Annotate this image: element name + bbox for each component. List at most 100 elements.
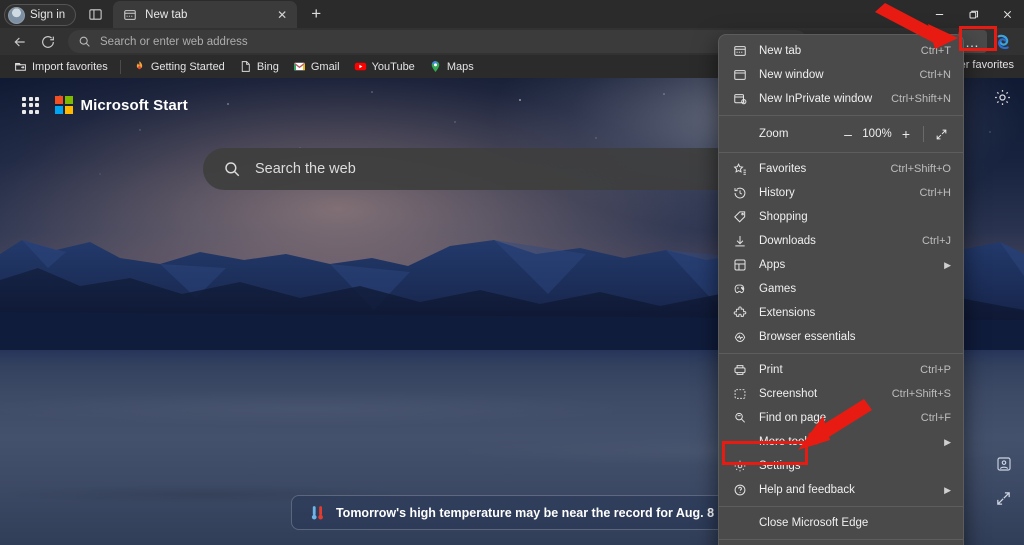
address-bar-input[interactable]: Search or enter web address: [68, 30, 807, 53]
tab-new-tab[interactable]: New tab ✕: [113, 1, 298, 28]
menu-item-apps[interactable]: Apps ▶: [719, 253, 963, 277]
microsoft-logo-icon: [55, 96, 73, 114]
search-placeholder: Search the web: [255, 161, 356, 177]
expand-arrows-icon[interactable]: [995, 490, 1012, 507]
copilot-button[interactable]: [988, 30, 1018, 53]
tab-close-button[interactable]: ✕: [273, 6, 291, 24]
favorites-icon: [733, 162, 750, 176]
window-controls: [922, 0, 1024, 28]
menu-item-new-window[interactable]: New window Ctrl+N: [719, 63, 963, 87]
import-favorites-icon: [15, 63, 26, 71]
menu-item-more-tools[interactable]: More tools ▶: [719, 430, 963, 454]
address-bar-placeholder: Search or enter web address: [100, 35, 248, 48]
menu-item-extensions[interactable]: Extensions: [719, 301, 963, 325]
copilot-icon: [997, 34, 1009, 49]
personalize-image-icon[interactable]: [996, 456, 1012, 472]
bookmark-maps[interactable]: Maps: [423, 58, 480, 75]
zoom-divider: [923, 126, 924, 142]
downloads-icon: [733, 234, 750, 248]
menu-item-print[interactable]: Print Ctrl+P: [719, 358, 963, 382]
menu-item-shortcut: Ctrl+Shift+O: [890, 163, 951, 175]
menu-item-label: Close Microsoft Edge: [759, 517, 869, 529]
menu-item-screenshot[interactable]: Screenshot Ctrl+Shift+S: [719, 382, 963, 406]
youtube-icon: [354, 62, 366, 71]
title-bar: Sign in New tab ✕ +: [0, 0, 1024, 28]
menu-item-favorites[interactable]: Favorites Ctrl+Shift+O: [719, 157, 963, 181]
tab-actions-button[interactable]: [80, 1, 110, 27]
menu-item-label: Extensions: [759, 307, 816, 319]
menu-item-settings[interactable]: Settings: [719, 454, 963, 478]
bookmark-label: Getting Started: [150, 60, 225, 73]
bookmark-youtube[interactable]: YouTube: [348, 58, 421, 75]
bookmark-label: Import favorites: [32, 60, 108, 73]
menu-item-label: History: [759, 187, 795, 199]
bookmark-import-favorites[interactable]: Import favorites: [8, 58, 114, 75]
zoom-out-button[interactable]: –: [836, 123, 860, 145]
menu-item-label: Favorites: [759, 163, 807, 175]
weather-headline-chip[interactable]: Tomorrow's high temperature may be near …: [290, 495, 734, 530]
menu-item-downloads[interactable]: Downloads Ctrl+J: [719, 229, 963, 253]
page-settings-gear-icon[interactable]: [993, 88, 1012, 107]
menu-item-label: Downloads: [759, 235, 816, 247]
menu-item-label: Print: [759, 364, 783, 376]
chevron-right-icon: ▶: [944, 259, 951, 270]
menu-item-label: New window: [759, 69, 824, 81]
new-tab-button[interactable]: +: [303, 1, 329, 27]
menu-item-label: Shopping: [759, 211, 808, 223]
fullscreen-icon: [936, 129, 946, 139]
reload-button[interactable]: [34, 30, 62, 53]
brand-label: Microsoft Start: [80, 96, 188, 114]
minimize-icon: [935, 13, 943, 15]
sign-in-button[interactable]: Sign in: [4, 4, 77, 26]
fullscreen-button[interactable]: [929, 123, 953, 145]
menu-separator: [719, 539, 963, 540]
tab-actions-icon: [89, 8, 102, 20]
menu-item-label: Browser essentials: [759, 331, 856, 343]
bookmark-label: Gmail: [310, 60, 340, 73]
menu-item-label: Settings: [759, 460, 801, 472]
menu-item-close-microsoft-edge[interactable]: Close Microsoft Edge: [719, 511, 963, 535]
search-icon: [79, 36, 90, 47]
menu-separator: [719, 353, 963, 354]
reload-icon: [42, 35, 54, 48]
microsoft-start-brand[interactable]: Microsoft Start: [55, 96, 188, 114]
shopping-tag-icon: [733, 210, 750, 224]
bookmark-gmail[interactable]: Gmail: [287, 58, 346, 75]
menu-item-shortcut: Ctrl+Shift+S: [891, 388, 951, 400]
maximize-restore-button[interactable]: [956, 0, 990, 28]
settings-gear-icon: [733, 459, 750, 473]
minimize-button[interactable]: [922, 0, 956, 28]
bing-icon: [241, 61, 250, 72]
bookmark-bing[interactable]: Bing: [233, 58, 285, 75]
menu-separator: [719, 115, 963, 116]
menu-item-new-tab[interactable]: New tab Ctrl+T: [719, 39, 963, 63]
page-settings-rail: [993, 88, 1012, 107]
menu-item-new-inprivate-window[interactable]: New InPrivate window Ctrl+Shift+N: [719, 87, 963, 111]
search-icon: [225, 162, 240, 177]
weather-headline-text: Tomorrow's high temperature may be near …: [335, 505, 715, 520]
menu-item-label: Apps: [759, 259, 786, 271]
zoom-in-button[interactable]: +: [894, 123, 918, 145]
history-icon: [733, 186, 750, 200]
menu-item-shortcut: Ctrl+T: [920, 45, 951, 57]
menu-item-shopping[interactable]: Shopping: [719, 205, 963, 229]
thermometer-icon: [311, 506, 323, 520]
menu-item-history[interactable]: History Ctrl+H: [719, 181, 963, 205]
menu-item-help-and-feedback[interactable]: Help and feedback ▶: [719, 478, 963, 502]
new-tab-favicon-icon: [124, 9, 136, 20]
restore-icon: [969, 10, 978, 18]
page-bottom-rail: [995, 456, 1012, 507]
menu-item-find-on-page[interactable]: Find on page Ctrl+F: [719, 406, 963, 430]
menu-item-label: Screenshot: [759, 388, 818, 400]
back-button[interactable]: [6, 30, 34, 53]
menu-item-games[interactable]: Games: [719, 277, 963, 301]
close-icon: [1003, 10, 1011, 18]
close-window-button[interactable]: [990, 0, 1024, 28]
bookmark-label: YouTube: [371, 60, 415, 73]
menu-item-browser-essentials[interactable]: Browser essentials: [719, 325, 963, 349]
gmail-icon: [293, 62, 305, 71]
app-launcher-waffle-icon[interactable]: [22, 96, 39, 114]
bookmark-getting-started[interactable]: Getting Started: [127, 58, 231, 75]
edge-browser-window: Microsoft Start Search the web Tomorrow'…: [0, 0, 1024, 545]
print-icon: [733, 363, 750, 377]
